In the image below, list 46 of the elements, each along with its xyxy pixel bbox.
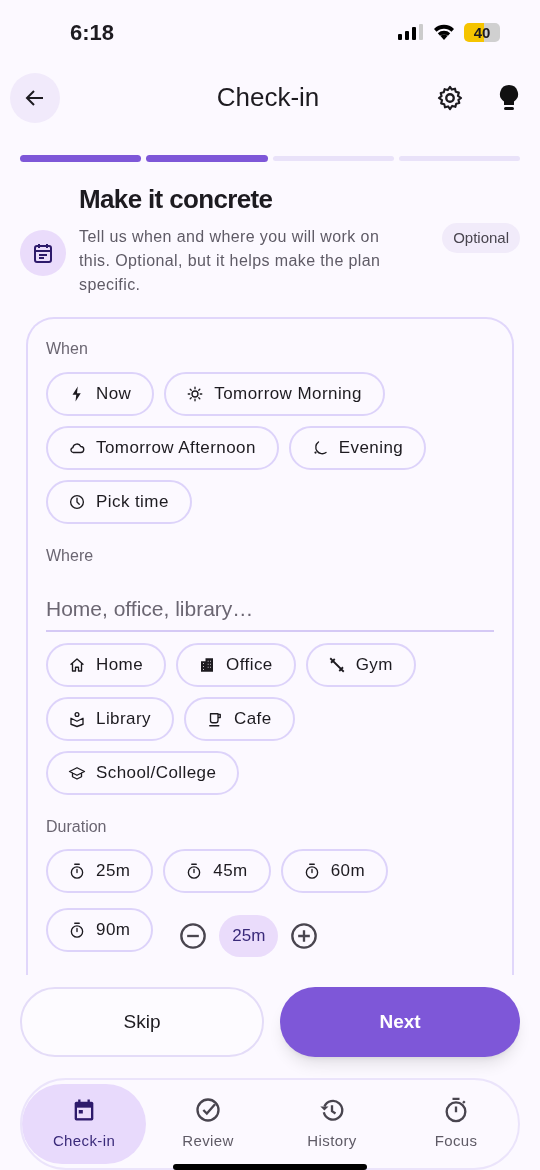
timer-icon <box>68 861 86 880</box>
optional-badge: Optional <box>442 222 520 254</box>
chip[interactable]: 60m <box>280 848 389 893</box>
chip[interactable]: Tomorrow Afternoon <box>46 425 279 470</box>
field-label: Where <box>46 545 95 566</box>
chip[interactable]: 25m <box>46 848 154 893</box>
back-button[interactable] <box>10 72 60 123</box>
settings-icon[interactable] <box>436 83 464 112</box>
nav-tab[interactable]: Focus <box>394 1084 518 1165</box>
page-title: Check-in <box>215 81 321 115</box>
wifi-icon <box>432 23 456 42</box>
clock-icon <box>68 492 86 511</box>
location-field[interactable]: Home, office, library… <box>46 587 494 632</box>
nav-tab[interactable]: History <box>270 1084 394 1165</box>
chip[interactable]: 90m <box>46 907 154 952</box>
chip[interactable]: Tomorrow Morning <box>164 371 385 416</box>
timer-icon <box>68 920 86 939</box>
chip[interactable]: Cafe <box>183 696 295 741</box>
nav-tab[interactable]: Review <box>146 1084 270 1165</box>
chip[interactable]: Home <box>46 642 167 687</box>
chip[interactable]: 45m <box>163 848 271 893</box>
calendar-icon <box>20 229 66 276</box>
chip[interactable]: Office <box>176 642 296 687</box>
minus-icon[interactable] <box>179 921 208 950</box>
nav-tab[interactable]: Check-in <box>22 1084 146 1165</box>
chip[interactable]: Library <box>46 696 174 741</box>
next-button[interactable]: Next <box>280 987 520 1058</box>
section-title: Make it concrete <box>79 182 274 216</box>
sun-icon <box>186 384 205 403</box>
lightbulb-icon[interactable] <box>498 83 520 112</box>
status-time: 6:18 <box>70 18 115 47</box>
field-label: When <box>46 338 89 359</box>
chip[interactable]: Now <box>46 371 155 416</box>
field-label: Duration <box>46 816 108 837</box>
plus-icon[interactable] <box>290 921 319 950</box>
dumbbell-icon <box>327 655 346 674</box>
section-description: Tell us when and where you will work on this. Optional, but it helps make the plan specific. <box>79 226 382 295</box>
duration-value: 25m <box>219 914 279 957</box>
reader-icon <box>68 709 86 728</box>
check-circle-icon <box>194 1095 222 1124</box>
chip[interactable]: Gym <box>305 642 416 687</box>
skip-button[interactable]: Skip <box>20 987 264 1058</box>
chip[interactable]: Pick time <box>46 479 192 524</box>
chip[interactable]: Evening <box>288 425 427 470</box>
signal-icon <box>398 24 424 41</box>
chip[interactable]: School/College <box>46 750 240 795</box>
